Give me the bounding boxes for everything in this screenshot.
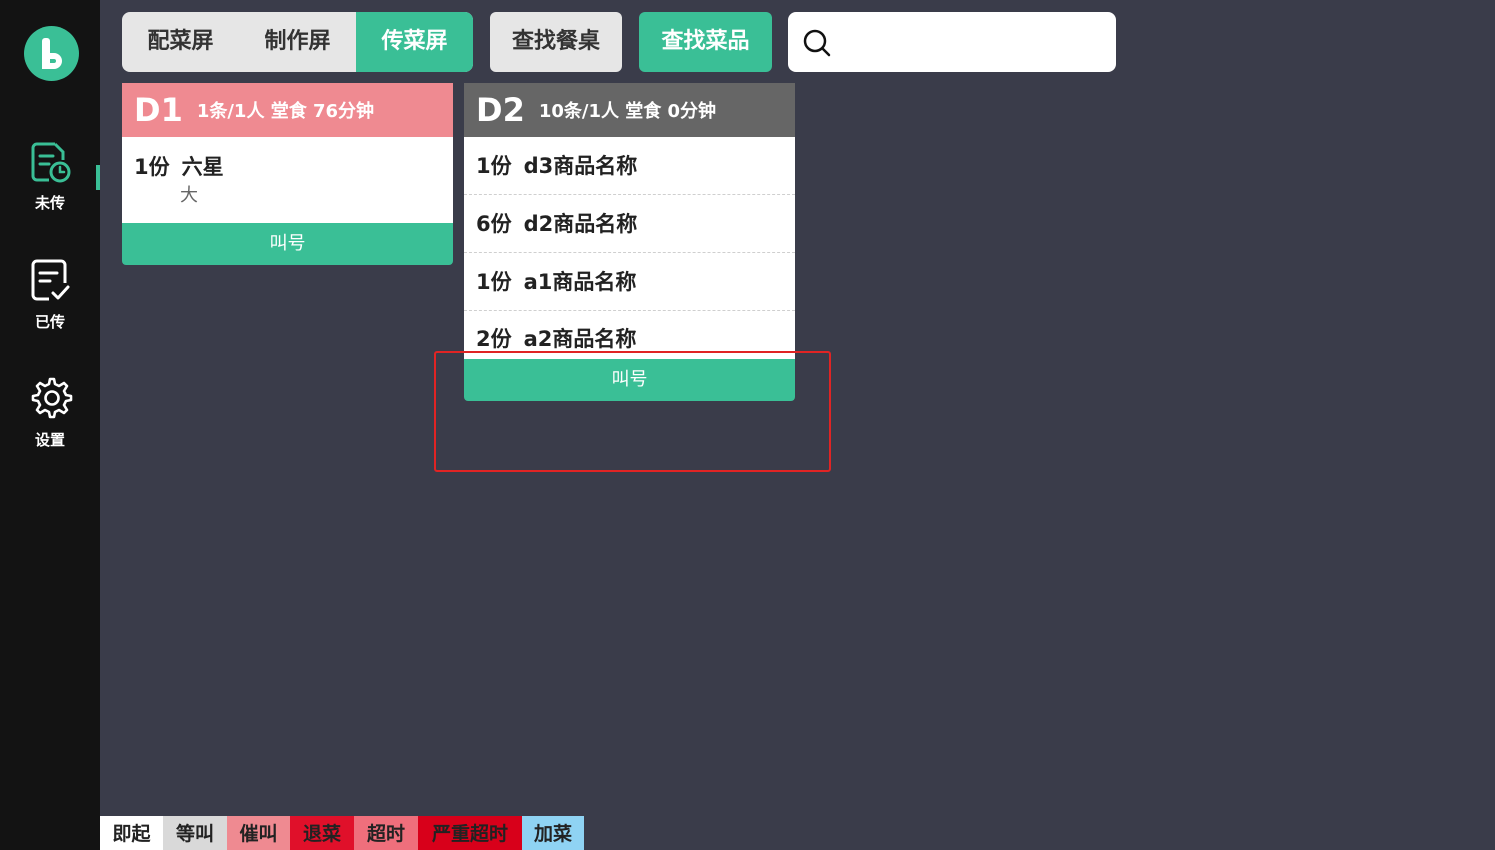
item-name: 六星 [181,155,224,179]
item-spec: 大 [180,185,198,206]
order-items: 1份 d3商品名称 6份 d2商品名称 1份 a1商品名称 2份 a2商品名称 [464,137,795,355]
item-qty: 1份 [476,154,512,178]
pending-list-icon [31,142,71,183]
sidebar-item-settings[interactable]: 设置 [0,375,100,450]
item-qty: 1份 [134,155,170,179]
find-table-button[interactable]: 查找餐桌 [490,12,622,72]
legend-item-rush: 催叫 [227,816,290,850]
tab-prep-screen[interactable]: 配菜屏 [122,12,239,72]
order-item: 6份 d2商品名称 [464,195,795,253]
highlight-annotation [434,351,831,472]
app-logo [24,26,79,81]
sidebar-item-pending[interactable]: 未传 [0,138,100,213]
table-code: D2 [476,91,525,129]
item-qty: 6份 [476,212,512,236]
item-name: d2商品名称 [523,212,638,236]
sidebar-item-done[interactable]: 已传 [0,257,100,332]
find-dish-button[interactable]: 查找菜品 [639,12,772,72]
search-input[interactable] [844,24,1094,60]
order-item: 1份 a1商品名称 [464,253,795,311]
order-meta: 10条/1人 堂食 0分钟 [538,101,717,122]
order-card-header: D2 10条/1人 堂食 0分钟 [464,83,795,137]
legend-item-wait: 等叫 [163,816,227,850]
order-card-header: D1 1条/1人 堂食 76分钟 [122,83,453,137]
legend-item-severe-overtime: 严重超时 [418,816,522,850]
legend-item-add-dish: 加菜 [522,816,584,850]
order-item: 1份 d3商品名称 [464,137,795,195]
gear-icon [31,377,73,419]
tab-serve-screen[interactable]: 传菜屏 [356,12,473,72]
legend-item-immediate: 即起 [100,816,163,850]
item-name: d3商品名称 [523,154,638,178]
legend-item-overtime: 超时 [354,816,418,850]
sidebar: 未传 已传 设置 [0,0,100,850]
legend-item-return: 退菜 [290,816,354,850]
order-item: 2份 a2商品名称 [464,311,795,355]
search-box [788,12,1116,72]
table-code: D1 [134,91,183,129]
item-qty: 1份 [476,270,512,294]
item-qty: 2份 [476,327,512,351]
order-item: 1份 六星 大 [122,137,453,223]
sidebar-item-label: 已传 [34,313,65,331]
order-card-d1[interactable]: D1 1条/1人 堂食 76分钟 1份 六星 大 叫号 [122,83,453,265]
screen-switcher: 配菜屏 制作屏 传菜屏 [122,12,473,72]
item-name: a2商品名称 [523,327,637,351]
call-number-button[interactable]: 叫号 [122,223,453,265]
search-icon [803,29,831,57]
sidebar-item-label: 未传 [34,194,65,212]
status-legend: 即起 等叫 催叫 退菜 超时 严重超时 加菜 [100,816,584,850]
done-list-icon [31,259,70,301]
tab-cook-screen[interactable]: 制作屏 [239,12,356,72]
item-name: a1商品名称 [523,270,637,294]
order-meta: 1条/1人 堂食 76分钟 [196,101,375,122]
order-items: 1份 六星 大 [122,137,453,223]
sidebar-item-label: 设置 [34,431,65,449]
